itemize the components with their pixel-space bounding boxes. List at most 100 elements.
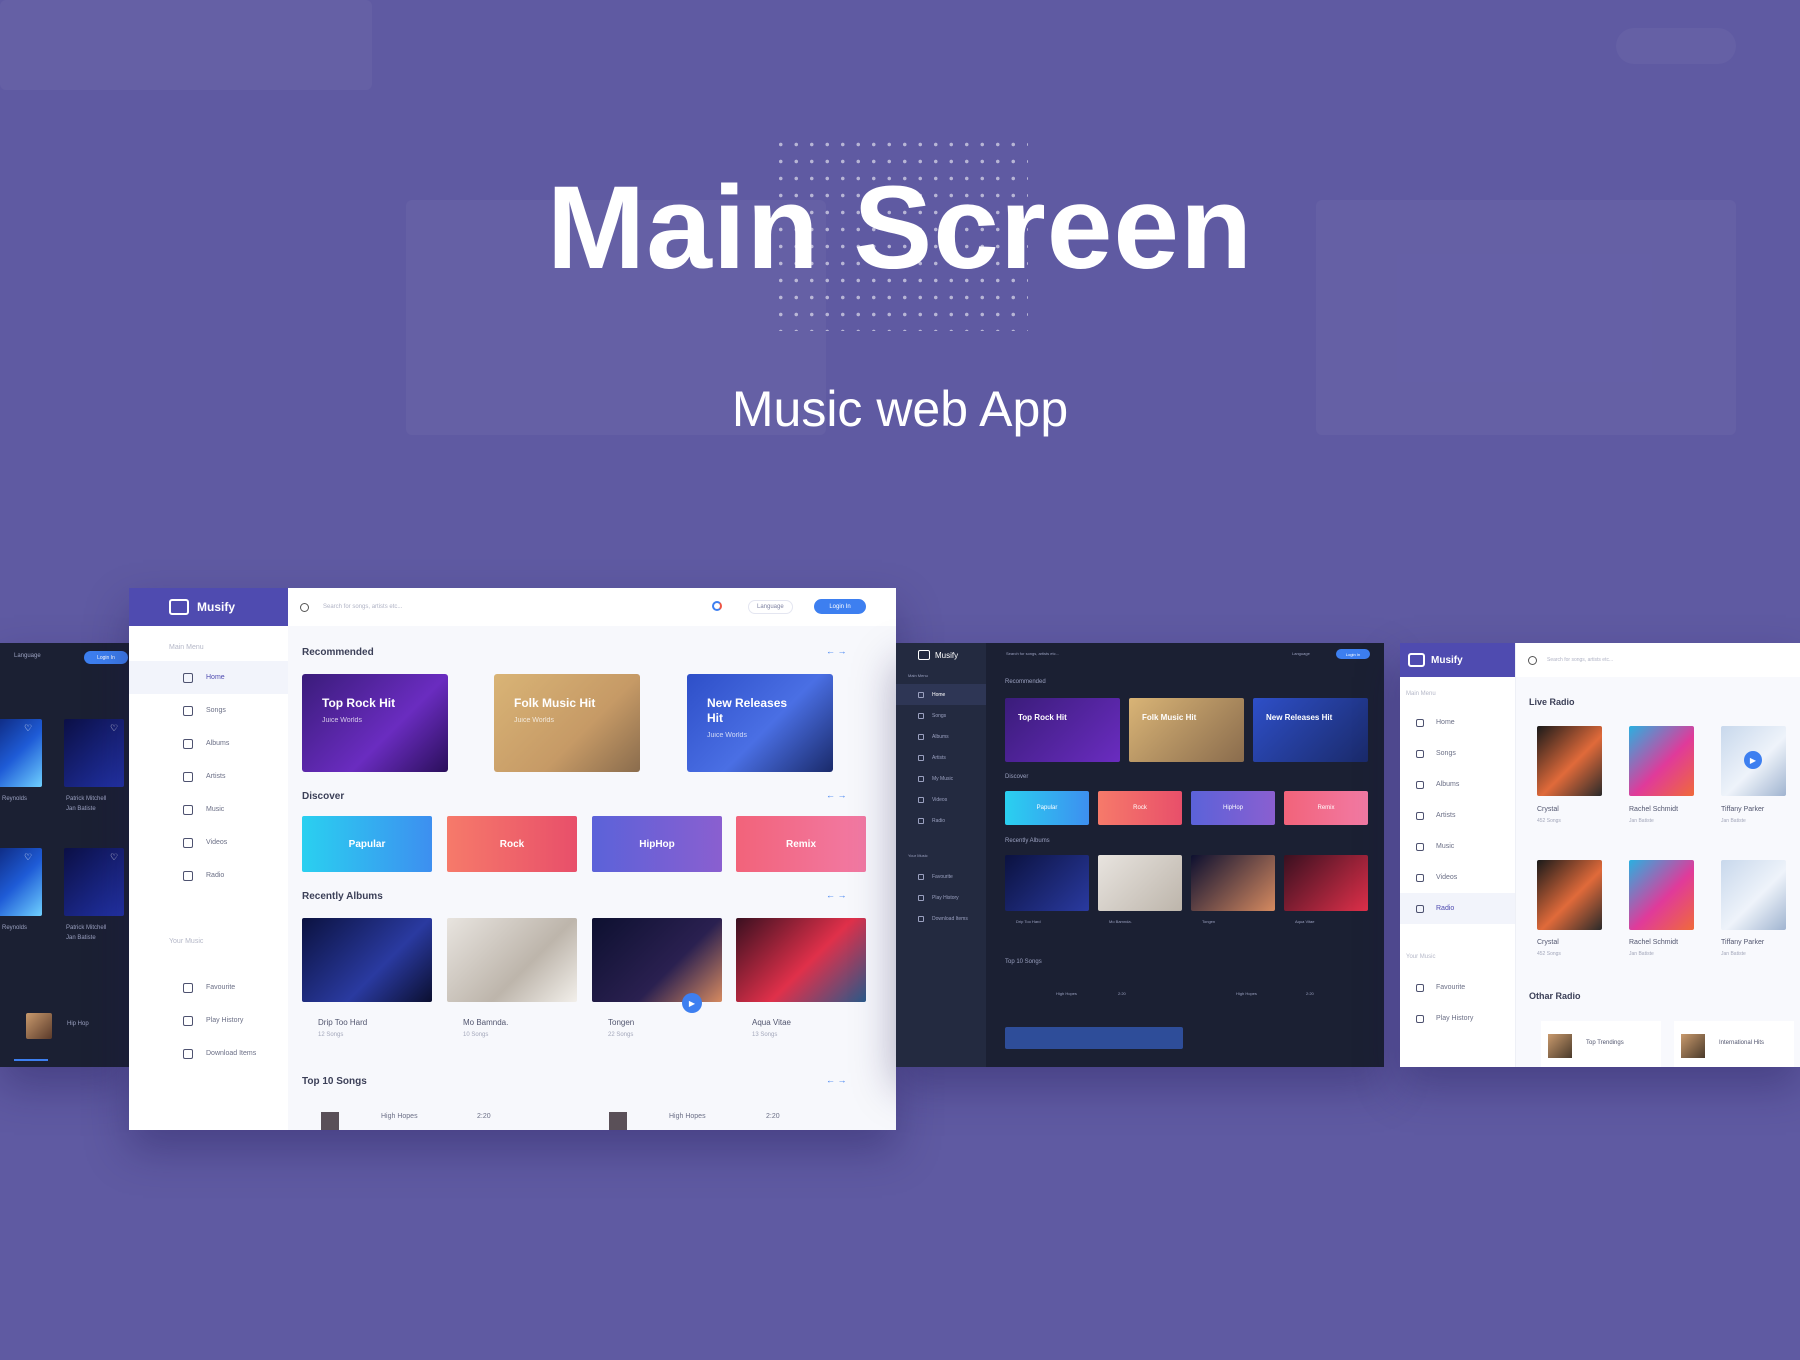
artist-tile[interactable] [0, 848, 42, 916]
album-cover[interactable] [1005, 855, 1089, 911]
sidebar-item-radio[interactable]: Radio [129, 859, 288, 892]
radio-tile[interactable] [1721, 860, 1786, 930]
sidebar-item-play-history[interactable]: Play History [1400, 1003, 1515, 1034]
card-sub: Juice Worlds [322, 717, 362, 724]
album-title: Aqua Vitae [752, 1018, 791, 1027]
sidebar-item-songs[interactable]: Songs [1400, 738, 1515, 769]
genre-tile[interactable]: Papular [1005, 791, 1089, 825]
language-button[interactable]: Language [1292, 651, 1310, 656]
radio-tile[interactable] [1629, 726, 1694, 796]
play-button[interactable]: ▶ [682, 993, 702, 1013]
sidebar-item-download-items[interactable]: Download Items [896, 908, 986, 929]
sidebar-item-music[interactable]: Music [129, 793, 288, 826]
sidebar-item-radio[interactable]: Radio [1400, 893, 1515, 924]
topbar: Search for songs, artists etc... Languag… [288, 588, 896, 626]
list-icon [1416, 1014, 1424, 1023]
login-button[interactable]: Login In [814, 599, 866, 614]
genre-tile[interactable]: Rock [447, 816, 577, 872]
genre-tile[interactable]: Remix [736, 816, 866, 872]
carousel-arrows[interactable]: ← → [826, 1075, 847, 1085]
genre-tile[interactable]: HipHop [592, 816, 722, 872]
recommended-card[interactable]: Top Rock Hit Juice Worlds [302, 674, 448, 772]
sidebar-item-artists[interactable]: Artists [896, 747, 986, 768]
album-cover[interactable] [447, 918, 577, 1002]
sidebar-item-home[interactable]: Home [1400, 707, 1515, 738]
sidebar-item-download-items[interactable]: Download Items [129, 1037, 288, 1070]
login-button[interactable]: Login In [84, 651, 128, 664]
sidebar-item-favourite[interactable]: Favourite [129, 971, 288, 1004]
sidebar-item-home[interactable]: Home [896, 684, 986, 705]
sidebar-item-albums[interactable]: Albums [129, 727, 288, 760]
radio-name: Rachel Schmidt [1629, 939, 1679, 946]
recommended-card[interactable]: Folk Music Hit Juice Worlds [494, 674, 640, 772]
sidebar-item-label: Artists [1436, 812, 1456, 819]
section-other-radio: Othar Radio [1529, 991, 1581, 1001]
brand[interactable]: Musify [896, 643, 986, 667]
main-menu-label: Main Menu [169, 644, 204, 651]
song-title[interactable]: High Hopes [669, 1113, 706, 1120]
recommended-card[interactable]: Top Rock Hit [1005, 698, 1120, 762]
song-title[interactable]: High Hopes [1056, 991, 1077, 996]
heart-icon[interactable]: ♡ [110, 723, 118, 734]
carousel-arrows[interactable]: ← → [826, 790, 847, 800]
sidebar-item-play-history[interactable]: Play History [896, 887, 986, 908]
radio-tile[interactable] [1629, 860, 1694, 930]
sidebar-item-artists[interactable]: Artists [1400, 800, 1515, 831]
album-cover[interactable] [302, 918, 432, 1002]
heart-icon [1416, 983, 1424, 992]
heart-icon[interactable]: ♡ [24, 852, 32, 863]
album-cover[interactable] [1284, 855, 1368, 911]
language-button[interactable]: Language [748, 600, 793, 614]
artist-tile[interactable] [0, 719, 42, 787]
recommended-card[interactable]: New Releases Hit Juice Worlds [687, 674, 833, 772]
search-input[interactable]: Search for songs, artists etc... [1547, 657, 1613, 663]
sidebar-item-home[interactable]: Home [129, 661, 288, 694]
sidebar-item-songs[interactable]: Songs [129, 694, 288, 727]
genre-tile[interactable]: Remix [1284, 791, 1368, 825]
carousel-arrows[interactable]: ← → [826, 646, 847, 656]
album-cover[interactable] [592, 918, 722, 1002]
sidebar-item-label: Favourite [1436, 984, 1466, 991]
search-input[interactable]: Search for songs, artists etc... [323, 604, 402, 610]
sidebar-item-radio[interactable]: Radio [896, 810, 986, 831]
search-input[interactable]: Search for songs, artists etc... [1006, 651, 1059, 656]
radio-tile[interactable] [1537, 860, 1602, 930]
login-button[interactable]: Login In [1336, 649, 1370, 659]
heart-icon[interactable]: ♡ [24, 723, 32, 734]
recommended-card[interactable]: Folk Music Hit [1129, 698, 1244, 762]
sidebar-item-artists[interactable]: Artists [129, 760, 288, 793]
sidebar-item-songs[interactable]: Songs [896, 705, 986, 726]
radio-icon [183, 870, 193, 881]
album-cover[interactable] [736, 918, 866, 1002]
album-cover[interactable] [1098, 855, 1182, 911]
radio-tile[interactable] [1537, 726, 1602, 796]
sidebar-item-label: Favourite [932, 873, 953, 880]
brand[interactable]: Musify [1400, 643, 1515, 677]
recommended-card[interactable]: New Releases Hit [1253, 698, 1368, 762]
heart-icon[interactable]: ♡ [110, 852, 118, 863]
song-title[interactable]: High Hopes [381, 1113, 418, 1120]
genre-tile[interactable]: Rock [1098, 791, 1182, 825]
sidebar-item-albums[interactable]: Albums [896, 726, 986, 747]
progress-bar[interactable] [14, 1059, 48, 1061]
section-discover: Discover [1005, 774, 1029, 780]
sidebar-item-music[interactable]: Music [1400, 831, 1515, 862]
sidebar-item-videos[interactable]: Videos [129, 826, 288, 859]
sidebar-item-albums[interactable]: Albums [1400, 769, 1515, 800]
sidebar-item-favourite[interactable]: Favourite [896, 866, 986, 887]
language-button[interactable]: Language [14, 653, 41, 659]
album-cover[interactable] [1191, 855, 1275, 911]
play-button[interactable]: ▶ [1744, 751, 1762, 769]
sidebar-item-videos[interactable]: Videos [896, 789, 986, 810]
carousel-arrows[interactable]: ← → [826, 890, 847, 900]
song-title[interactable]: High Hopes [1236, 991, 1257, 996]
brand[interactable]: Musify [129, 588, 288, 626]
song-row-active[interactable] [1005, 1027, 1183, 1049]
sidebar-item-my-music[interactable]: My Music [896, 768, 986, 789]
genre-tile[interactable]: Papular [302, 816, 432, 872]
genre-tile[interactable]: HipHop [1191, 791, 1275, 825]
sidebar-item-videos[interactable]: Videos [1400, 862, 1515, 893]
sidebar-item-favourite[interactable]: Favourite [1400, 972, 1515, 1003]
sidebar-item-play-history[interactable]: Play History [129, 1004, 288, 1037]
refresh-icon[interactable] [712, 601, 722, 611]
